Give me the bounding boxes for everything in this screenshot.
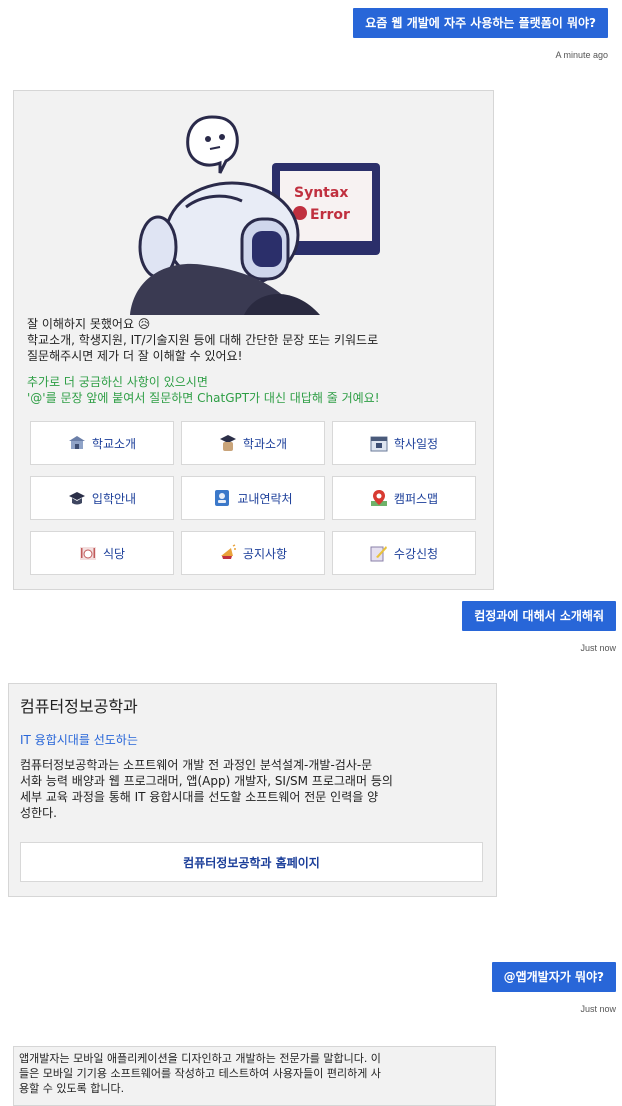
syntax-error-robot-illustration: Syntax Error: [130, 115, 380, 315]
answer-line-3: 용할 수 있도록 합니다.: [19, 1082, 125, 1095]
quick-reply-label: 캠퍼스맵: [393, 491, 439, 506]
quick-reply-academic-calendar[interactable]: 학사일정: [332, 421, 476, 465]
card-body-line-3: 세부 교육 과정을 통해 IT 융합시대를 선도할 소프트웨어 전문 인력을 양: [20, 790, 379, 804]
fallback-line-1: 잘 이해하지 못했어요 😥: [27, 317, 151, 331]
graduation-cap-icon: [68, 489, 86, 507]
quick-reply-label: 학교소개: [91, 436, 137, 451]
answer-line-1: 앱개발자는 모바일 애플리케이션을 디자인하고 개발하는 전문가를 말합니다. …: [19, 1052, 381, 1065]
message-timestamp: Just now: [580, 643, 616, 653]
quick-reply-school-intro[interactable]: 학교소개: [30, 421, 174, 465]
card-body-line-2: 서화 능력 배양과 웹 프로그래머, 앱(App) 개발자, SI/SM 프로그…: [20, 774, 393, 788]
chatgpt-hint-line-1: 추가로 더 궁금하신 사항이 있으시면: [27, 375, 208, 389]
error-text: Error: [310, 207, 350, 223]
quick-reply-label: 식당: [102, 546, 126, 561]
fallback-line-2: 학교소개, 학생지원, IT/기술지원 등에 대해 간단한 문장 또는 키워드로: [27, 333, 379, 347]
chatgpt-answer-card: 앱개발자는 모바일 애플리케이션을 디자인하고 개발하는 전문가를 말합니다. …: [13, 1046, 496, 1106]
quick-reply-contacts[interactable]: 교내연락처: [181, 476, 325, 520]
quick-reply-label: 학과소개: [242, 436, 288, 451]
restaurant-icon: [79, 544, 97, 562]
school-icon: [68, 434, 86, 452]
megaphone-icon: [219, 544, 237, 562]
message-timestamp: A minute ago: [555, 50, 608, 60]
card-body-line-4: 성한다.: [20, 806, 57, 820]
quick-reply-course-registration[interactable]: 수강신청: [332, 531, 476, 575]
dept-homepage-label: 컴퓨터정보공학과 홈페이지: [183, 855, 320, 870]
user-message-bubble: 요즘 웹 개발에 자주 사용하는 플랫폼이 뭐야?: [353, 8, 608, 38]
map-pin-icon: [370, 489, 388, 507]
graduate-icon: [219, 434, 237, 452]
quick-reply-label: 교내연락처: [237, 491, 293, 506]
user-message-bubble: @앱개발자가 뭐야?: [491, 962, 616, 992]
quick-reply-campus-map[interactable]: 캠퍼스맵: [332, 476, 476, 520]
dept-homepage-button[interactable]: 컴퓨터정보공학과 홈페이지: [20, 842, 483, 882]
card-body-line-1: 컴퓨터정보공학과는 소프트웨어 개발 전 과정인 분석설계-개발-검사-문: [20, 758, 373, 772]
user-message-bubble: 컴정과에 대해서 소개해줘: [462, 601, 616, 631]
quick-reply-admission[interactable]: 입학안내: [30, 476, 174, 520]
syntax-text: Syntax: [294, 185, 348, 201]
quick-reply-notices[interactable]: 공지사항: [181, 531, 325, 575]
quick-reply-cafeteria[interactable]: 식당: [30, 531, 174, 575]
bot-fallback-card: Syntax Error 잘 이해하지 못했어요 😥 학교소개, 학생지원, I…: [13, 90, 494, 590]
quick-reply-label: 수강신청: [393, 546, 439, 561]
card-title: 컴퓨터정보공학과: [20, 697, 138, 716]
quick-reply-label: 공지사항: [242, 546, 288, 561]
answer-line-2: 들은 모바일 기기용 소프트웨어를 작성하고 테스트하여 사용자들이 편리하게 …: [19, 1067, 381, 1080]
message-timestamp: Just now: [580, 1004, 616, 1014]
chatgpt-hint-line-2: '@'를 문장 앞에 붙여서 질문하면 ChatGPT가 대신 대답해 줄 거예…: [27, 391, 380, 405]
contact-book-icon: [213, 489, 231, 507]
calendar-icon: [370, 434, 388, 452]
pencil-note-icon: [370, 544, 388, 562]
card-subtitle: IT 융합시대를 선도하는: [20, 733, 138, 747]
quick-reply-dept-intro[interactable]: 학과소개: [181, 421, 325, 465]
department-info-card: 컴퓨터정보공학과 IT 융합시대를 선도하는 컴퓨터정보공학과는 소프트웨어 개…: [8, 683, 497, 897]
fallback-line-3: 질문해주시면 제가 더 잘 이해할 수 있어요!: [27, 349, 243, 363]
quick-reply-label: 입학안내: [91, 491, 137, 506]
quick-reply-label: 학사일정: [393, 436, 439, 451]
